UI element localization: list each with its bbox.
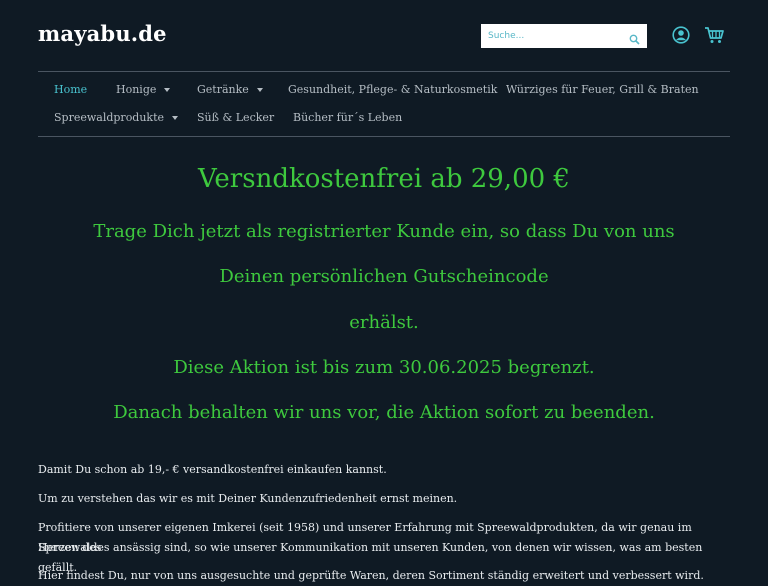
nav-item-honige[interactable]: Honige (116, 83, 171, 96)
nav-item-label: Getränke (197, 83, 249, 96)
site-header: mayabu.de (0, 0, 768, 72)
nav-item-home[interactable]: Home (54, 83, 87, 96)
nav-item-label: Gesundheit, Pflege- & Naturkosmetik (288, 83, 498, 96)
search-input[interactable] (481, 30, 630, 42)
nav-item-getraenke[interactable]: Getränke (197, 83, 263, 96)
caret-down-icon (256, 87, 263, 92)
cart-icon[interactable] (704, 26, 725, 48)
content-paragraph: Um zu verstehen das wir es mit Deiner Ku… (38, 492, 458, 505)
content-paragraph: Damit Du schon ab 19,- € versandkostenfr… (38, 463, 387, 476)
nav-item-label: Süß & Lecker (197, 111, 275, 124)
nav-item-suess-lecker[interactable]: Süß & Lecker (197, 111, 274, 124)
nav-item-label: Home (54, 83, 88, 96)
caret-down-icon (172, 115, 179, 120)
search-icon[interactable] (629, 30, 640, 49)
promo-line: Deinen persönlichen Gutscheincode (219, 266, 549, 287)
promo-line: Trage Dich jetzt als registrierter Kunde… (93, 221, 675, 242)
nav-item-gesundheit[interactable]: Gesundheit, Pflege- & Naturkosmetik (288, 83, 497, 96)
nav-item-spreewaldprodukte[interactable]: Spreewaldprodukte (54, 111, 179, 124)
user-icon[interactable] (672, 26, 690, 48)
site-logo[interactable]: mayabu.de (38, 21, 167, 46)
promo-title: Versndkostenfrei ab 29,00 € (198, 164, 570, 194)
nav-item-label: Honige (116, 83, 157, 96)
content-paragraph: Hier findest Du, nur von uns ausgesuchte… (38, 569, 704, 582)
nav-item-label: Bücher für´s Leben (293, 111, 403, 124)
nav-item-buecher[interactable]: Bücher für´s Leben (293, 111, 402, 124)
promo-line: Diese Aktion ist bis zum 30.06.2025 begr… (173, 357, 595, 378)
nav-item-label: Spreewaldprodukte (54, 111, 165, 124)
promo-line: erhälst. (349, 312, 419, 333)
caret-down-icon (164, 87, 171, 92)
search-box[interactable] (481, 24, 647, 48)
nav-item-wuerziges[interactable]: Würziges für Feuer, Grill & Braten (506, 83, 699, 96)
promo-line: Danach behalten wir uns vor, die Aktion … (113, 402, 655, 423)
main-nav: Home Honige Getränke Gesundheit, Pflege-… (38, 71, 730, 137)
nav-item-label: Würziges für Feuer, Grill & Braten (506, 83, 699, 96)
